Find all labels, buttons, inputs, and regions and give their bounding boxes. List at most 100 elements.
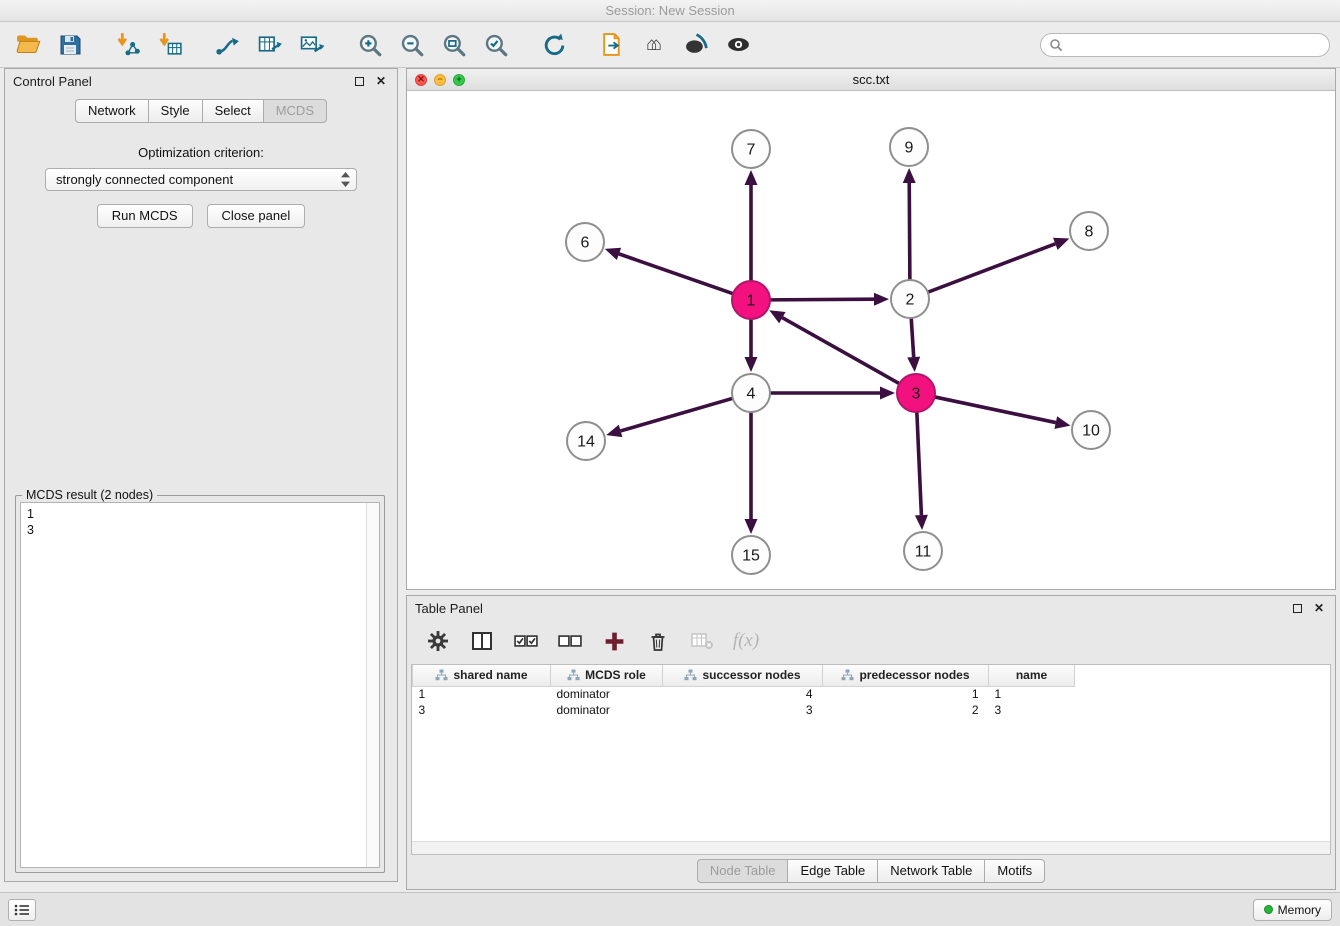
graph-node[interactable]: 14 (567, 422, 605, 460)
table-row[interactable]: 3dominator323 (413, 702, 1075, 718)
table-panel: Table Panel ✕ (406, 595, 1336, 890)
zoom-out-icon[interactable] (394, 28, 430, 62)
table-header-row: shared name MCDS role successor nodes pr… (413, 665, 1075, 686)
table-row[interactable]: 1dominator411 (413, 686, 1075, 702)
graph-node[interactable]: 3 (897, 374, 935, 412)
column-hierarchy-icon (684, 669, 697, 681)
column-header-shared-name[interactable]: shared name (413, 665, 551, 686)
import-network-icon[interactable] (110, 28, 146, 62)
search-box[interactable] (1040, 33, 1330, 57)
graph-edge-arrowhead (915, 515, 928, 530)
graph-node[interactable]: 1 (732, 281, 770, 319)
create-column-plus-icon[interactable] (599, 626, 629, 656)
network-window-titlebar[interactable]: scc.txt ✕ − + (407, 69, 1335, 91)
toolbar-group-file (10, 28, 88, 62)
graph-node[interactable]: 6 (566, 223, 604, 261)
network-canvas[interactable]: 7 9 6 8 1 2 4 3 14 10 15 11 (407, 91, 1335, 589)
graph-edge[interactable] (917, 412, 922, 515)
select-all-rows-icon[interactable] (511, 626, 541, 656)
delete-table-icon[interactable] (687, 626, 717, 656)
tab-motifs[interactable]: Motifs (984, 859, 1045, 883)
column-header-successor-nodes[interactable]: successor nodes (663, 665, 823, 686)
tab-network[interactable]: Network (75, 99, 148, 123)
node-table: shared name MCDS role successor nodes pr… (412, 665, 1075, 718)
graph-node-label: 8 (1085, 224, 1094, 241)
open-file-icon[interactable] (10, 28, 46, 62)
column-header-mcds-role[interactable]: MCDS role (551, 665, 663, 686)
mcds-buttons-row: Run MCDS Close panel (5, 204, 397, 228)
zoom-in-icon[interactable] (352, 28, 388, 62)
home-glyphs: ⌂⌂ (646, 35, 662, 54)
network-overview-icon[interactable]: ⌂⌂ (636, 28, 672, 62)
function-builder-icon[interactable]: f(x) (731, 626, 761, 656)
graph-edge[interactable] (911, 318, 913, 357)
run-mcds-button[interactable]: Run MCDS (97, 204, 193, 228)
save-session-icon[interactable] (52, 28, 88, 62)
graph-edge[interactable] (935, 397, 1056, 423)
graph-node[interactable]: 15 (732, 536, 770, 574)
close-panel-button[interactable]: Close panel (207, 204, 306, 228)
graph-edge[interactable] (770, 299, 874, 300)
graph-node[interactable]: 11 (904, 532, 942, 570)
graph-node[interactable]: 7 (732, 130, 770, 168)
table-cell: 3 (663, 702, 823, 718)
graph-node-label: 1 (747, 293, 756, 310)
show-columns-icon[interactable] (467, 626, 497, 656)
graph-node[interactable]: 8 (1070, 212, 1108, 250)
column-header-name[interactable]: name (989, 665, 1075, 686)
tab-edge-table[interactable]: Edge Table (787, 859, 877, 883)
fx-glyph: f(x) (733, 630, 759, 652)
graph-edge[interactable] (621, 398, 733, 431)
refresh-icon[interactable] (536, 28, 572, 62)
clone-network-icon[interactable] (594, 28, 630, 62)
export-image-icon[interactable] (294, 28, 330, 62)
toolbar-group-refresh (536, 28, 572, 62)
status-bar: Memory (0, 892, 1340, 926)
graph-edge-arrowhead (605, 248, 621, 260)
column-hierarchy-icon (435, 669, 448, 681)
table-horizontal-scrollbar[interactable] (412, 841, 1330, 854)
float-panel-icon[interactable] (351, 73, 367, 89)
tab-style[interactable]: Style (148, 99, 202, 123)
graph-node[interactable]: 10 (1072, 411, 1110, 449)
graph-edge[interactable] (909, 183, 910, 280)
paint-styles-icon[interactable] (678, 28, 714, 62)
graph-edge[interactable] (928, 244, 1056, 292)
optimization-criterion-dropdown[interactable]: strongly connected component (45, 168, 357, 191)
table-settings-gear-icon[interactable] (423, 626, 453, 656)
close-panel-icon[interactable]: ✕ (373, 73, 389, 89)
graph-node[interactable]: 2 (891, 280, 929, 318)
graph-node-label: 7 (747, 142, 756, 159)
tab-select[interactable]: Select (202, 99, 263, 123)
show-hide-panel-icon[interactable] (720, 28, 756, 62)
table-toolbar: f(x) (407, 620, 1335, 662)
tab-network-table[interactable]: Network Table (877, 859, 984, 883)
graph-node[interactable]: 4 (732, 374, 770, 412)
zoom-fit-icon[interactable] (436, 28, 472, 62)
task-history-icon[interactable] (8, 899, 36, 921)
close-table-panel-icon[interactable]: ✕ (1311, 600, 1327, 616)
graph-edge-arrowhead (745, 170, 758, 185)
tab-node-table[interactable]: Node Table (697, 859, 788, 883)
memory-button[interactable]: Memory (1253, 899, 1332, 921)
new-network-icon[interactable] (210, 28, 246, 62)
tab-mcds[interactable]: MCDS (263, 99, 327, 123)
optimization-criterion-label: Optimization criterion: (5, 145, 397, 160)
column-header-predecessor-nodes[interactable]: predecessor nodes (823, 665, 989, 686)
float-table-panel-icon[interactable] (1289, 600, 1305, 616)
export-table-icon[interactable] (252, 28, 288, 62)
window-titlebar[interactable]: Session: New Session (0, 0, 1340, 22)
mcds-result-list[interactable]: 13 (20, 502, 380, 868)
column-hierarchy-icon (567, 669, 580, 681)
deselect-all-rows-icon[interactable] (555, 626, 585, 656)
delete-column-trash-icon[interactable] (643, 626, 673, 656)
import-table-icon[interactable] (152, 28, 188, 62)
graph-node[interactable]: 9 (890, 128, 928, 166)
table-cell: 3 (413, 702, 551, 718)
zoom-selected-icon[interactable] (478, 28, 514, 62)
graph-edge[interactable] (619, 254, 733, 294)
graph-edge[interactable] (782, 318, 899, 384)
result-vertical-scrollbar[interactable] (366, 503, 379, 867)
table-cell: 2 (823, 702, 989, 718)
search-input[interactable] (1063, 38, 1321, 52)
